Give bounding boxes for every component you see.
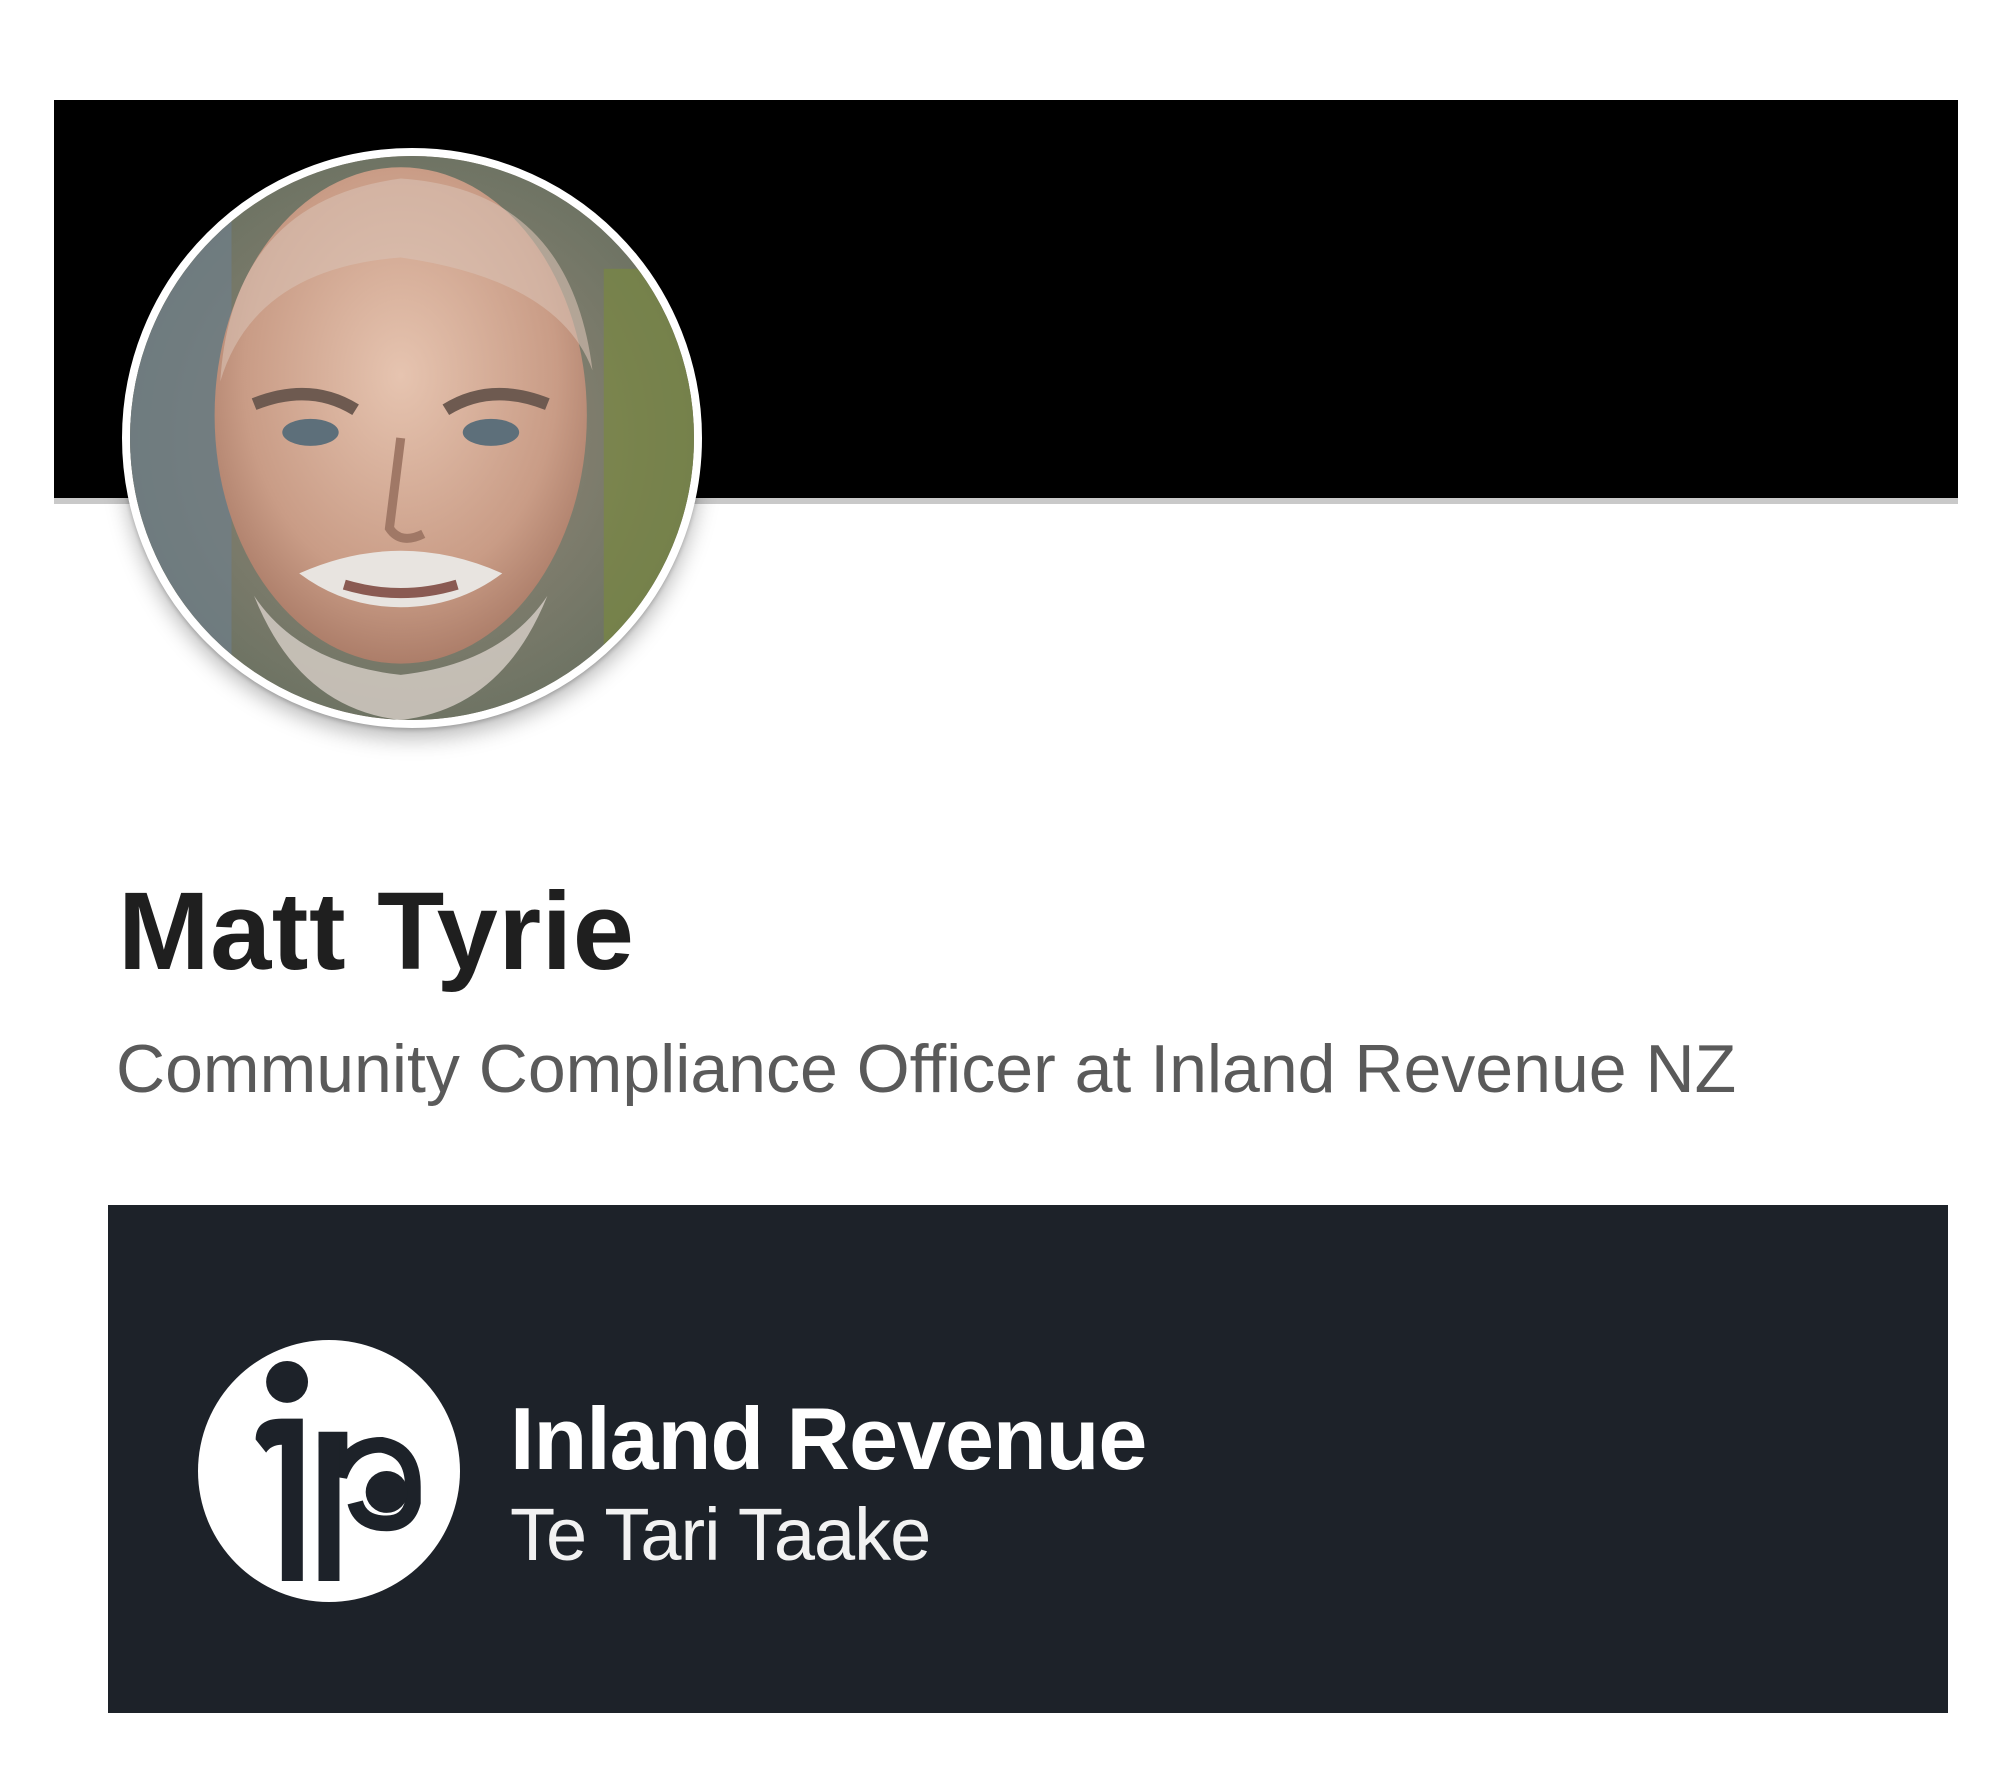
profile-headline: Community Compliance Officer at Inland R… <box>116 1031 1737 1107</box>
profile-card: Matt Tyrie Community Compliance Officer … <box>0 0 2000 1784</box>
profile-name[interactable]: Matt Tyrie <box>118 868 634 995</box>
ir-logo-icon <box>198 1340 460 1602</box>
avatar[interactable] <box>122 148 702 728</box>
company-name[interactable]: Inland Revenue <box>510 1388 1147 1490</box>
company-subname: Te Tari Taake <box>510 1493 931 1576</box>
